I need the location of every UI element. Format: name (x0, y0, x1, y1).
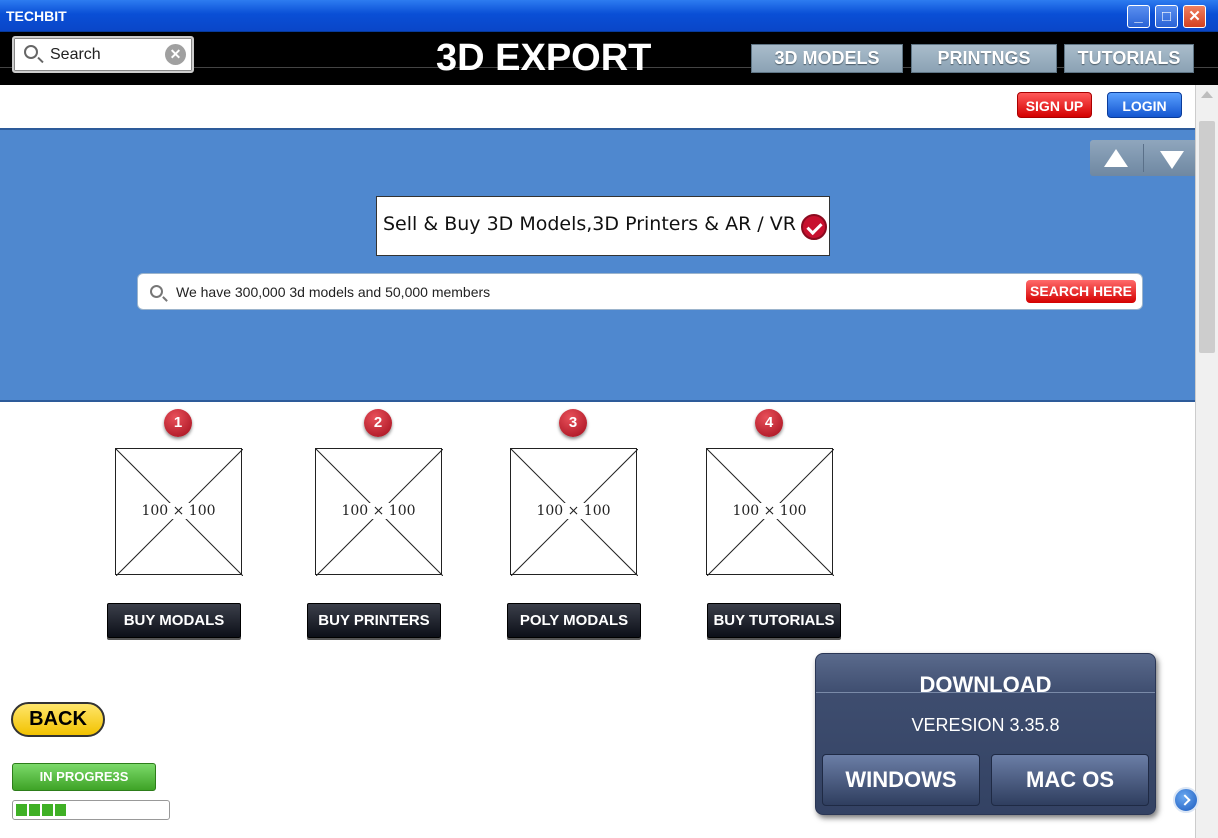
image-placeholder-2: 100 × 100 (315, 448, 443, 576)
maximize-button[interactable]: □ (1155, 5, 1178, 28)
step-badge-2: 2 (364, 409, 392, 437)
hero-banner: Sell & Buy 3D Models,3D Printers & AR / … (0, 128, 1195, 402)
carousel-controls (1090, 140, 1195, 176)
close-icon: ✕ (1188, 8, 1201, 25)
download-mac-button[interactable]: MAC OS (991, 754, 1149, 806)
site-brand: 3D EXPORT (436, 37, 652, 79)
buy-models-button[interactable]: BUY MODALS (107, 603, 241, 638)
search-here-button[interactable]: SEARCH HERE (1026, 280, 1136, 303)
top-navigation: Search ✕ 3D EXPORT 3D MODELS PRINTNGS TU… (0, 32, 1218, 85)
progress-bar (12, 800, 170, 820)
tagline-text: Sell & Buy 3D Models,3D Printers & AR / … (383, 213, 796, 235)
sign-up-button[interactable]: SIGN UP (1017, 92, 1092, 118)
image-size-label: 100 × 100 (139, 503, 218, 519)
in-progress-button[interactable]: IN PROGRE3S (12, 763, 156, 791)
buy-printers-button[interactable]: BUY PRINTERS (307, 603, 441, 638)
window-title: TECHBIT (6, 8, 67, 24)
maximize-icon: □ (1161, 8, 1172, 25)
nav-3d-models[interactable]: 3D MODELS (751, 44, 903, 73)
image-size-label: 100 × 100 (339, 503, 418, 519)
carousel-divider (1143, 144, 1144, 172)
image-placeholder-1: 100 × 100 (115, 448, 243, 576)
window-titlebar: TECHBIT _ □ ✕ (0, 0, 1218, 32)
image-size-label: 100 × 100 (730, 503, 809, 519)
minimize-icon: _ (1134, 8, 1143, 25)
image-placeholder-3: 100 × 100 (510, 448, 638, 576)
buy-tutorials-button[interactable]: BUY TUTORIALS (707, 603, 841, 638)
clear-search-icon[interactable]: ✕ (165, 44, 186, 65)
progress-fill (16, 804, 66, 816)
close-button[interactable]: ✕ (1183, 5, 1206, 28)
step-badge-1: 1 (164, 409, 192, 437)
step-badge-3: 3 (559, 409, 587, 437)
minimize-button[interactable]: _ (1127, 5, 1150, 28)
carousel-up-icon[interactable] (1104, 149, 1128, 167)
header-search-placeholder: Search (50, 46, 101, 63)
nav-tutorials[interactable]: TUTORIALS (1064, 44, 1194, 73)
image-placeholder-4: 100 × 100 (706, 448, 834, 576)
download-version: VERESION 3.35.8 (911, 715, 1060, 735)
step-badge-4: 4 (755, 409, 783, 437)
poly-models-button[interactable]: POLY MODALS (507, 603, 641, 638)
check-icon (801, 214, 827, 240)
login-button[interactable]: LOGIN (1107, 92, 1182, 118)
nav-printings[interactable]: PRINTNGS (911, 44, 1057, 73)
hero-search-input[interactable]: We have 300,000 3d models and 50,000 mem… (137, 273, 1143, 310)
scroll-thumb[interactable] (1199, 121, 1215, 353)
download-divider (816, 692, 1155, 693)
download-windows-button[interactable]: WINDOWS (822, 754, 980, 806)
search-icon (150, 285, 163, 298)
header-search-input[interactable]: Search ✕ (12, 36, 194, 73)
carousel-down-icon[interactable] (1160, 151, 1184, 169)
scroll-up-icon[interactable] (1201, 91, 1213, 98)
download-title: DOWNLOAD (919, 672, 1052, 697)
vertical-scrollbar[interactable] (1195, 85, 1218, 838)
hero-search-placeholder: We have 300,000 3d models and 50,000 mem… (176, 284, 491, 300)
search-icon (24, 45, 38, 59)
back-button[interactable]: BACK (11, 702, 105, 737)
image-size-label: 100 × 100 (534, 503, 613, 519)
next-arrow-icon[interactable] (1173, 787, 1199, 813)
tagline-box: Sell & Buy 3D Models,3D Printers & AR / … (376, 196, 830, 256)
download-panel: DOWNLOAD VERESION 3.35.8 WINDOWS MAC OS (815, 653, 1156, 815)
